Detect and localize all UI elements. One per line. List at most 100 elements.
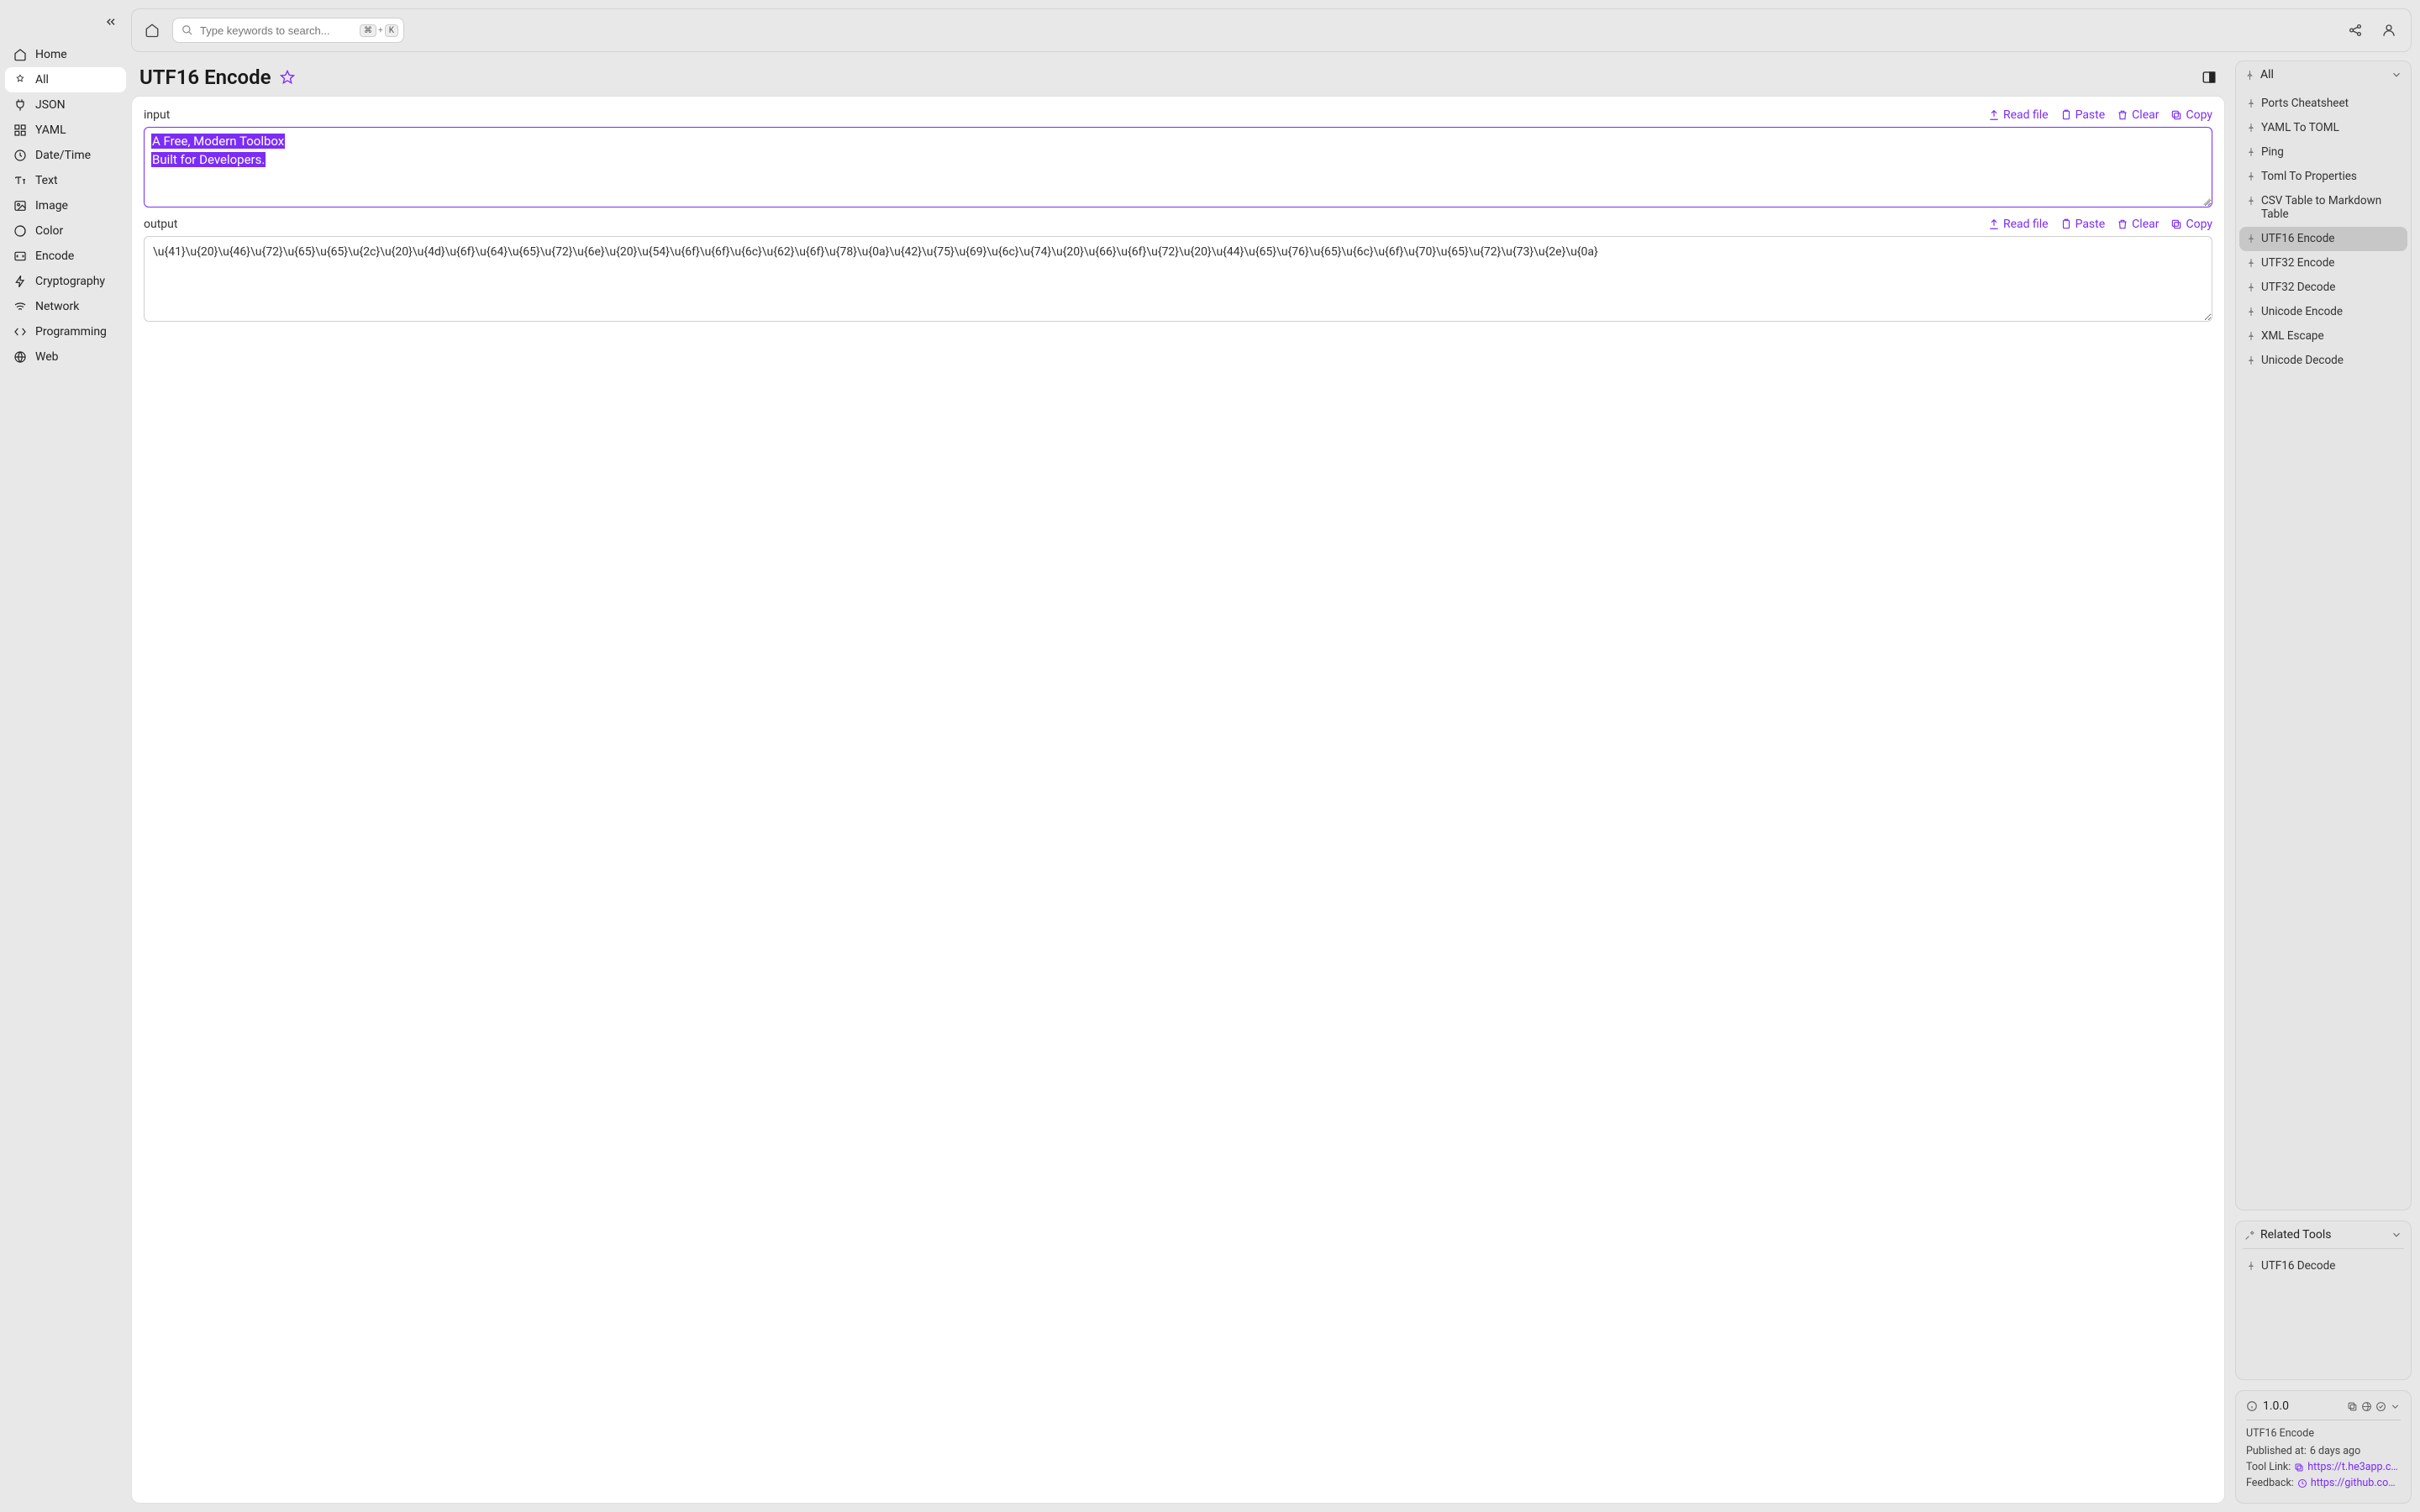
tool-item-utf32-decode[interactable]: UTF32 Decode — [2239, 276, 2407, 300]
tool-icon — [2244, 1230, 2255, 1241]
home-icon — [13, 48, 27, 61]
sidebar-item-yaml[interactable]: YAML — [5, 118, 126, 143]
account-button[interactable] — [2377, 18, 2401, 42]
sidebar-item-datetime[interactable]: Date/Time — [5, 143, 126, 168]
sidebar-item-label: Cryptography — [35, 275, 105, 288]
verify-button[interactable] — [2375, 1401, 2386, 1412]
favorite-button[interactable] — [280, 70, 295, 85]
action-label: Clear — [2132, 218, 2159, 231]
tool-item-yaml-to-toml[interactable]: YAML To TOML — [2239, 116, 2407, 140]
action-label: Copy — [2186, 108, 2212, 122]
sidebar-item-color[interactable]: Color — [5, 218, 126, 244]
output-read-file-button[interactable]: Read file — [1988, 218, 2049, 231]
trash-icon — [2117, 109, 2128, 121]
output-copy-button[interactable]: Copy — [2170, 218, 2212, 231]
output-paste-button[interactable]: Paste — [2060, 218, 2106, 231]
sidebar-item-programming[interactable]: Programming — [5, 319, 126, 344]
code-icon — [13, 325, 27, 339]
tool-item-label: CSV Table to Markdown Table — [2261, 194, 2401, 223]
toggle-panel-button[interactable] — [2202, 70, 2217, 85]
sidebar-item-label: Encode — [35, 249, 74, 263]
paste-icon — [2060, 109, 2072, 121]
sidebar-item-label: JSON — [35, 98, 66, 112]
panel-all-header[interactable]: All — [2236, 61, 2411, 88]
sidebar-item-web[interactable]: Web — [5, 344, 126, 370]
output-textarea[interactable] — [144, 236, 2212, 322]
home-button[interactable] — [142, 20, 162, 40]
sidebar-list: Home All JSON YAML Date/Time Text Image — [5, 42, 126, 370]
tool-item-label: Unicode Encode — [2261, 305, 2343, 319]
grid-icon — [13, 123, 27, 137]
panel-meta: 1.0.0 UTF16 Encode Published at: 6 — [2235, 1390, 2412, 1504]
related-item-utf16-decode[interactable]: UTF16 Decode — [2239, 1254, 2407, 1278]
copy-icon[interactable] — [2294, 1462, 2304, 1473]
image-icon — [13, 199, 27, 213]
collapse-sidebar-button[interactable] — [101, 12, 121, 32]
tool-item-label: UTF32 Decode — [2261, 281, 2335, 295]
sidebar-item-cryptography[interactable]: Cryptography — [5, 269, 126, 294]
panel-related: Related Tools UTF16 Decode — [2235, 1221, 2412, 1380]
panel-header-label: All — [2260, 68, 2274, 81]
star-icon — [280, 70, 295, 85]
tool-item-xml-escape[interactable]: XML Escape — [2239, 324, 2407, 349]
input-textarea[interactable]: A Free, Modern Toolbox Built for Develop… — [144, 127, 2212, 207]
sidebar-item-all[interactable]: All — [5, 67, 126, 92]
tool-item-label: Ping — [2261, 145, 2284, 160]
pin-icon — [2246, 1261, 2256, 1271]
output-section-header: output Read file Paste Clear — [144, 218, 2212, 231]
clock-icon — [2297, 1478, 2307, 1488]
sidebar-item-text[interactable]: Text — [5, 168, 126, 193]
tool-item-ping[interactable]: Ping — [2239, 140, 2407, 165]
action-label: Paste — [2075, 218, 2106, 231]
collapse-panel-button[interactable] — [2391, 69, 2402, 81]
panel-icon — [2202, 70, 2217, 85]
sidebar-item-label: Programming — [35, 325, 107, 339]
tool-item-toml-to-properties[interactable]: Toml To Properties — [2239, 165, 2407, 189]
tool-item-unicode-decode[interactable]: Unicode Decode — [2239, 349, 2407, 373]
sidebar-item-image[interactable]: Image — [5, 193, 126, 218]
upload-icon — [1988, 218, 2000, 230]
search-box[interactable]: ⌘ + K — [172, 18, 404, 43]
meta-name: UTF16 Encode — [2246, 1427, 2401, 1440]
meta-tool-link[interactable]: https://t.he3app.co… — [2307, 1461, 2401, 1473]
action-label: Read file — [2003, 108, 2049, 122]
action-label: Copy — [2186, 218, 2212, 231]
tool-item-utf32-encode[interactable]: UTF32 Encode — [2239, 251, 2407, 276]
pin-icon — [2246, 307, 2256, 317]
expand-meta-button[interactable] — [2390, 1401, 2401, 1412]
open-web-button[interactable] — [2361, 1401, 2372, 1412]
tool-item-label: UTF16 Encode — [2261, 232, 2334, 246]
input-clear-button[interactable]: Clear — [2117, 108, 2159, 122]
copy-meta-button[interactable] — [2347, 1401, 2358, 1412]
action-label: Paste — [2075, 108, 2106, 122]
input-value-line2: Built for Developers. — [151, 152, 266, 167]
input-paste-button[interactable]: Paste — [2060, 108, 2106, 122]
output-clear-button[interactable]: Clear — [2117, 218, 2159, 231]
pin-icon — [2246, 331, 2256, 341]
input-section-header: input Read file Paste Clear — [144, 108, 2212, 122]
tool-item-csv-to-markdown[interactable]: CSV Table to Markdown Table — [2239, 189, 2407, 228]
tool-item-ports-cheatsheet[interactable]: Ports Cheatsheet — [2239, 92, 2407, 116]
sidebar-item-label: Web — [35, 350, 59, 364]
collapse-panel-button[interactable] — [2391, 1229, 2402, 1241]
share-button[interactable] — [2344, 18, 2367, 42]
kbd-k: K — [385, 24, 398, 37]
chevron-down-icon — [2391, 1229, 2402, 1241]
panel-related-header[interactable]: Related Tools — [2236, 1221, 2411, 1248]
sidebar-item-network[interactable]: Network — [5, 294, 126, 319]
sidebar-item-json[interactable]: JSON — [5, 92, 126, 118]
meta-feedback-link[interactable]: https://github.com/… — [2311, 1477, 2401, 1489]
sidebar-item-home[interactable]: Home — [5, 42, 126, 67]
tool-item-unicode-encode[interactable]: Unicode Encode — [2239, 300, 2407, 324]
tool-item-utf16-encode[interactable]: UTF16 Encode — [2239, 227, 2407, 251]
pin-icon — [2246, 234, 2256, 244]
search-input[interactable] — [200, 24, 353, 37]
pin-icon — [2244, 70, 2255, 81]
input-read-file-button[interactable]: Read file — [1988, 108, 2049, 122]
kbd-cmd: ⌘ — [360, 24, 376, 37]
pin-icon — [2246, 282, 2256, 292]
sidebar-item-encode[interactable]: Encode — [5, 244, 126, 269]
input-copy-button[interactable]: Copy — [2170, 108, 2212, 122]
page-title: UTF16 Encode — [139, 66, 271, 89]
tool-item-label: Unicode Decode — [2261, 354, 2344, 368]
